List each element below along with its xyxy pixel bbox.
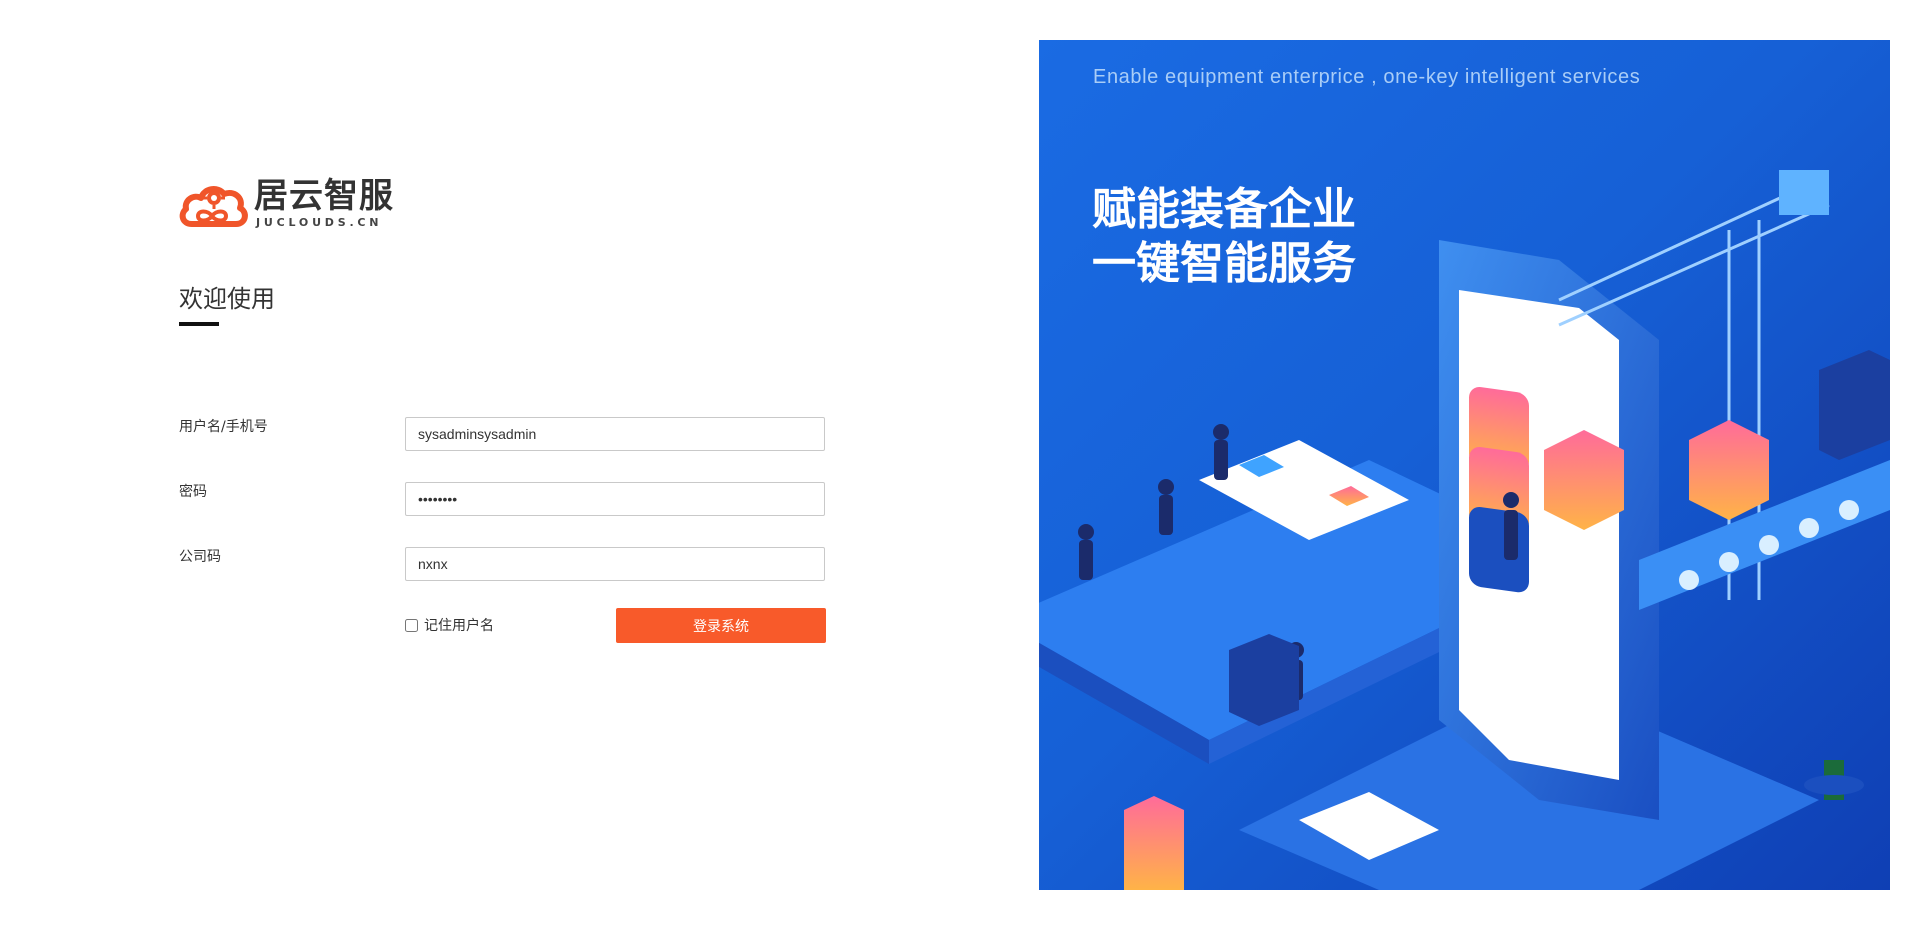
password-input[interactable] — [405, 482, 825, 516]
company-code-input[interactable] — [405, 547, 825, 581]
username-label: 用户名/手机号 — [179, 419, 268, 435]
welcome-underline — [179, 322, 219, 326]
cloud-gear-logo-icon — [179, 186, 248, 227]
login-button[interactable]: 登录系统 — [616, 608, 826, 643]
hero-banner: Enable equipment enterprice , one-key in… — [1039, 40, 1890, 890]
brand-name-en: JUCLOUDS.CN — [256, 216, 383, 229]
username-input[interactable] — [405, 417, 825, 451]
remember-username-label: 记住用户名 — [424, 618, 494, 634]
banner-tagline-en: Enable equipment enterprice , one-key in… — [1093, 66, 1641, 88]
isometric-office-illustration — [1039, 170, 1890, 890]
company-code-label: 公司码 — [179, 549, 221, 565]
remember-username-checkbox[interactable] — [405, 618, 418, 632]
welcome-title: 欢迎使用 — [179, 285, 275, 313]
banner-headline-line2: 一键智能服务 — [1092, 238, 1356, 289]
brand-name-cn: 居云智服 — [254, 176, 394, 216]
brand-logo: 居云智服 JUCLOUDS.CN — [178, 176, 408, 232]
banner-headline-line1: 赋能装备企业 — [1092, 184, 1356, 235]
remember-username[interactable]: 记住用户名 — [405, 615, 494, 635]
password-label: 密码 — [179, 484, 207, 500]
